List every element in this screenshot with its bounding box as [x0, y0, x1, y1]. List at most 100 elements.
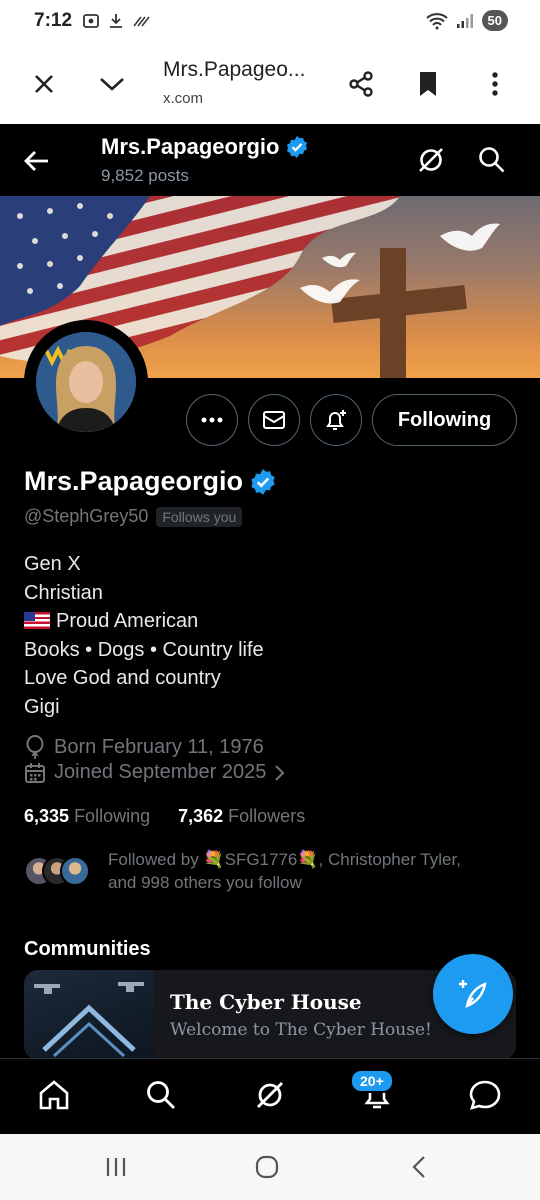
download-icon: [110, 14, 122, 28]
follower-avatar: [60, 856, 90, 886]
avatar-photo: [36, 332, 136, 432]
browser-url[interactable]: x.com: [163, 90, 203, 107]
status-time: 7:12: [34, 10, 73, 31]
share-button[interactable]: [343, 66, 379, 102]
status-system-icons: 50: [425, 10, 508, 31]
back-button[interactable]: [20, 144, 54, 178]
status-notification-icons: [82, 12, 150, 30]
bookmark-button[interactable]: [410, 66, 446, 102]
browser-page-title: Mrs.Papageo...: [163, 58, 306, 81]
chevron-down-icon: [100, 78, 124, 91]
profile-handle-row: @StephGrey50 Follows you: [24, 506, 243, 527]
followed-by-text: Followed by 💐SFG1776💐, Christopher Tyler…: [108, 848, 508, 894]
profile-top-bar: Mrs.Papageorgio 9,852 posts: [0, 124, 540, 196]
following-button[interactable]: Following: [372, 394, 517, 446]
home-circle-icon: [255, 1155, 279, 1179]
bio-line: Love God and country: [24, 667, 221, 689]
envelope-icon: [263, 411, 285, 429]
community-artwork: [34, 982, 144, 1058]
tab-messages[interactable]: [465, 1075, 505, 1115]
balloon-icon: [26, 735, 44, 759]
more-options-button[interactable]: [186, 394, 238, 446]
following-count: 6,335: [24, 806, 70, 826]
signal-icon: [456, 13, 473, 28]
notifications-subscribe-button[interactable]: [310, 394, 362, 446]
browser-toolbar: Mrs.Papageo... x.com: [0, 44, 540, 124]
followers-label: Followers: [228, 806, 306, 826]
grok-icon: [419, 148, 443, 172]
profile-name-text: Mrs.Papageorgio: [24, 466, 244, 496]
browser-menu-button[interactable]: [477, 66, 513, 102]
follow-stats: 6,335 Following 7,362 Followers: [24, 806, 305, 827]
battery-indicator: 50: [481, 10, 508, 31]
expand-toolbar-button[interactable]: [94, 66, 130, 102]
arrow-left-icon: [24, 151, 48, 171]
profile-name: Mrs.Papageorgio: [24, 466, 277, 497]
calendar-icon: [25, 762, 45, 783]
header-name-text: Mrs.Papageorgio: [101, 134, 280, 159]
community-thumbnail: [24, 970, 154, 1060]
tab-search[interactable]: [141, 1075, 181, 1115]
grok-button[interactable]: [413, 142, 449, 178]
screenshot-icon: [83, 14, 99, 28]
chevron-left-icon: [412, 1156, 425, 1178]
home-button[interactable]: [249, 1152, 285, 1182]
profile-bio: Gen X Christian Proud American Books • D…: [24, 550, 264, 721]
community-title: The Cyber House: [170, 990, 362, 1014]
recent-apps-icon: [106, 1158, 126, 1176]
following-stat[interactable]: 6,335 Following: [24, 806, 150, 827]
recent-apps-button[interactable]: [98, 1152, 134, 1182]
birth-date: Born February 11, 1976: [54, 735, 264, 758]
header-name: Mrs.Papageorgio: [101, 134, 309, 160]
followed-by-avatars: [24, 856, 94, 888]
profile-avatar[interactable]: [24, 320, 148, 444]
search-profile-button[interactable]: [474, 142, 510, 178]
share-icon: [349, 71, 373, 97]
bell-plus-icon: [326, 410, 346, 430]
us-flag-icon: [24, 612, 50, 629]
chevron-right-icon: [275, 764, 285, 781]
followers-count: 7,362: [178, 806, 224, 826]
android-navigation-bar: [0, 1134, 540, 1200]
bio-line: Books • Dogs • Country life: [24, 638, 264, 661]
joined-row[interactable]: Joined September 2025: [24, 761, 286, 784]
communities-heading: Communities: [24, 938, 151, 960]
verified-badge-icon: [287, 136, 308, 158]
bio-line: Christian: [24, 581, 103, 604]
tab-home[interactable]: [34, 1075, 74, 1115]
search-icon: [147, 1081, 175, 1109]
community-subtitle: Welcome to The Cyber House!: [170, 1020, 432, 1040]
join-date: Joined September 2025: [54, 761, 267, 783]
more-vertical-icon: [492, 72, 498, 96]
message-button[interactable]: [248, 394, 300, 446]
bookmark-icon: [420, 72, 436, 96]
following-label: Following: [74, 806, 151, 826]
wifi-calling-icon: [133, 16, 150, 27]
profile-handle: @StephGrey50: [24, 506, 149, 526]
followed-by-line: and 998 others you follow: [108, 873, 302, 892]
follows-you-badge: Follows you: [156, 506, 243, 527]
more-horizontal-icon: [201, 417, 223, 423]
bio-line: Gigi: [24, 695, 60, 718]
bio-line: Gen X: [24, 553, 81, 575]
search-icon: [479, 147, 505, 173]
home-icon: [39, 1080, 69, 1110]
header-post-count: 9,852 posts: [101, 166, 189, 185]
avatar-portrait: [36, 332, 136, 432]
grok-icon: [257, 1082, 283, 1108]
notification-count-badge: 20+: [350, 1069, 394, 1093]
birthday-row: Born February 11, 1976: [24, 735, 264, 759]
feather-plus-icon: [459, 980, 487, 1008]
back-navigation-button[interactable]: [401, 1152, 437, 1182]
verified-badge-icon[interactable]: [249, 468, 277, 496]
android-status-bar: 7:12 50: [0, 0, 540, 44]
wifi-icon: [425, 12, 448, 29]
bottom-tab-bar: 20+: [0, 1058, 540, 1134]
tab-grok[interactable]: [250, 1075, 290, 1115]
close-tab-button[interactable]: [26, 66, 62, 102]
followers-stat[interactable]: 7,362 Followers: [178, 806, 305, 827]
compose-post-button[interactable]: [433, 954, 513, 1034]
close-icon: [35, 75, 53, 93]
followed-by-line: Followed by 💐SFG1776💐, Christopher Tyler…: [108, 850, 461, 869]
bio-line-american: Proud American: [24, 607, 264, 636]
